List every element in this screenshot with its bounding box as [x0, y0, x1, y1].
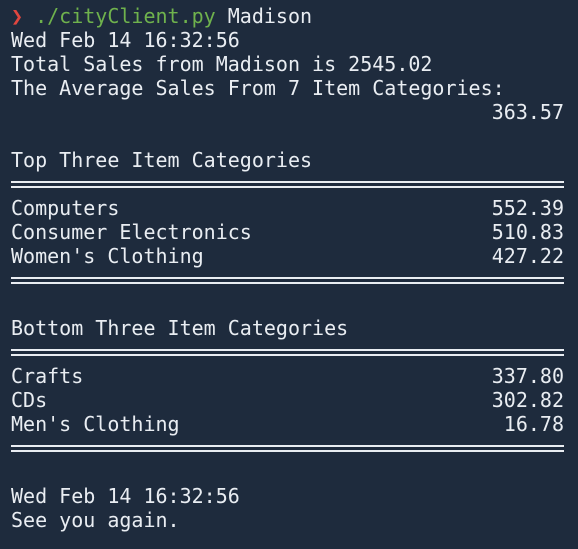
- bottom-categories-title: Bottom Three Item Categories: [11, 316, 349, 340]
- command-argument: Madison: [227, 4, 313, 28]
- top-row: Consumer Electronics 510.83: [11, 220, 564, 244]
- divider: [11, 436, 564, 460]
- category-name: Crafts: [11, 364, 84, 388]
- divider: [11, 172, 564, 196]
- category-name: Consumer Electronics: [11, 220, 252, 244]
- category-value: 427.22: [491, 244, 564, 268]
- category-name: Women's Clothing: [11, 244, 204, 268]
- terminal-output: ❯ ./cityClient.py Madison Wed Feb 14 16:…: [11, 4, 564, 532]
- farewell-message: See you again.: [11, 508, 180, 532]
- divider: [11, 340, 564, 364]
- category-value: 16.78: [503, 412, 564, 436]
- bottom-row: Crafts 337.80: [11, 364, 564, 388]
- footer-timestamp: Wed Feb 14 16:32:56: [11, 484, 240, 508]
- command-name: ./cityClient.py: [35, 4, 216, 28]
- timestamp: Wed Feb 14 16:32:56: [11, 28, 240, 52]
- average-sales-value: 363.57: [491, 100, 564, 124]
- prompt-arrow-icon: ❯: [11, 4, 24, 28]
- total-sales-line: Total Sales from Madison is 2545.02: [11, 52, 433, 76]
- category-value: 552.39: [491, 196, 564, 220]
- category-name: Computers: [11, 196, 120, 220]
- command-line: ❯ ./cityClient.py Madison: [11, 4, 564, 28]
- top-categories-title: Top Three Item Categories: [11, 148, 313, 172]
- divider: [11, 268, 564, 292]
- category-value: 337.80: [491, 364, 564, 388]
- category-name: Men's Clothing: [11, 412, 180, 436]
- top-row: Women's Clothing 427.22: [11, 244, 564, 268]
- category-name: CDs: [11, 388, 48, 412]
- top-row: Computers 552.39: [11, 196, 564, 220]
- category-value: 510.83: [491, 220, 564, 244]
- category-value: 302.82: [491, 388, 564, 412]
- bottom-row: CDs 302.82: [11, 388, 564, 412]
- bottom-row: Men's Clothing 16.78: [11, 412, 564, 436]
- average-sales-line: The Average Sales From 7 Item Categories…: [11, 76, 505, 100]
